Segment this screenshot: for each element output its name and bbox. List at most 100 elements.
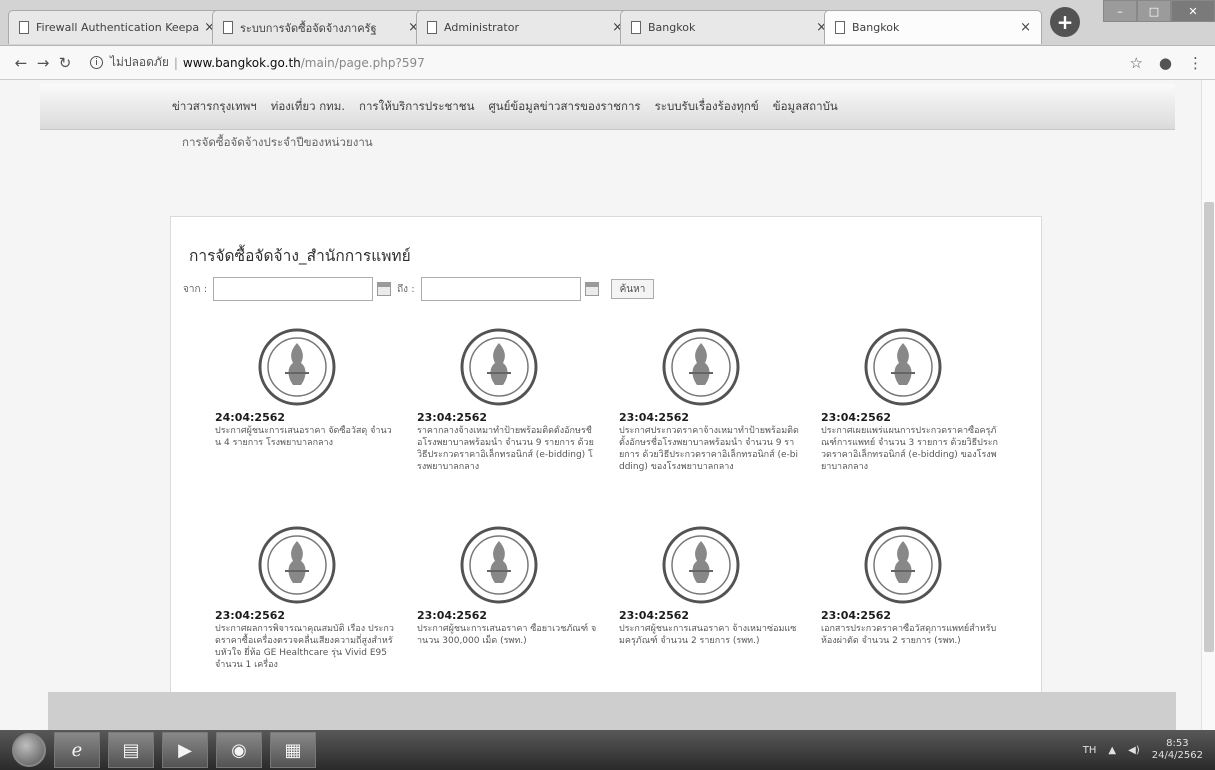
url-domain: www.bangkok.go.th	[182, 55, 301, 70]
window-controls: – □ ✕	[1103, 0, 1215, 26]
document-icon	[631, 21, 641, 34]
document-icon	[835, 21, 845, 34]
from-label: จาก :	[183, 283, 208, 295]
language-indicator[interactable]: TH	[1083, 745, 1097, 756]
tab-title: Firewall Authentication Keepali	[36, 21, 201, 34]
page-breadcrumb[interactable]: การจัดซื้อจัดจ้างประจำปีของหน่วยงาน	[182, 134, 373, 152]
page-viewport: ข่าวสารกรุงเทพฯ ท่องเที่ยว กทม. การให้บร…	[0, 80, 1215, 730]
bangkok-seal-icon	[864, 328, 942, 406]
browser-tab[interactable]: ระบบการจัดซื้อจัดจ้างภาครัฐ ×	[212, 10, 430, 44]
item-title-link[interactable]: ประกาศเผยแพร่แผนการประกวดราคาซื้อครุภัณฑ…	[821, 425, 1001, 473]
new-tab-button[interactable]: +	[1050, 7, 1080, 37]
to-date-input[interactable]	[420, 277, 581, 301]
browser-tab[interactable]: Firewall Authentication Keepali ×	[8, 10, 226, 44]
taskbar-app-explorer[interactable]: ▤	[108, 732, 154, 768]
nav-item-news[interactable]: ข่าวสารกรุงเทพฯ	[172, 98, 257, 116]
star-icon[interactable]: ☆	[1129, 54, 1142, 72]
profile-icon[interactable]: ●	[1159, 54, 1172, 72]
nav-item-info-center[interactable]: ศูนย์ข้อมูลข่าวสารของราชการ	[488, 98, 640, 116]
taskbar-app-ie[interactable]: ℯ	[54, 732, 100, 768]
info-icon[interactable]: i	[90, 56, 103, 69]
browser-tab[interactable]: Administrator ×	[416, 10, 634, 44]
bangkok-seal-icon	[460, 328, 538, 406]
taskbar-app-document[interactable]: ▦	[270, 732, 316, 768]
clock-time: 8:53	[1166, 738, 1189, 749]
security-label: ไม่ปลอดภัย	[110, 55, 169, 69]
document-icon	[223, 21, 233, 34]
date-search-form: จาก : ถึง : ค้นหา	[183, 277, 655, 301]
item-date: 23:04:2562	[619, 609, 690, 622]
volume-icon[interactable]: ◀)	[1128, 745, 1140, 756]
item-title-link[interactable]: ราคากลางจ้างเหมาทำป้ายพร้อมติดตั้งอักษรช…	[417, 425, 597, 473]
page-scrollbar[interactable]	[1201, 80, 1215, 730]
browser-tab[interactable]: Bangkok ×	[620, 10, 838, 44]
url-field[interactable]: i ไม่ปลอดภัย | www.bangkok.go.th /main/p…	[90, 53, 425, 72]
procurement-item[interactable]: 23:04:2562 เอกสารประกวดราคาซื้อวัสดุการแ…	[807, 525, 1007, 709]
tab-title: Bangkok	[648, 21, 696, 34]
nav-item-tourism[interactable]: ท่องเที่ยว กทม.	[271, 98, 345, 116]
browser-tab-active[interactable]: Bangkok ×	[824, 10, 1042, 44]
url-path: /main/page.php?597	[300, 55, 425, 70]
item-date: 23:04:2562	[619, 411, 690, 424]
start-button[interactable]	[12, 733, 46, 767]
item-title-link[interactable]: ประกาศผลการพิจารณาคุณสมบัติ เรื่อง ประกว…	[215, 623, 395, 671]
nav-item-services[interactable]: การให้บริการประชาชน	[359, 98, 474, 116]
address-bar: ← → ↻ i ไม่ปลอดภัย | www.bangkok.go.th /…	[0, 46, 1215, 80]
nav-item-about[interactable]: ข้อมูลสถาบัน	[773, 98, 838, 116]
document-icon	[427, 21, 437, 34]
reload-icon[interactable]: ↻	[54, 54, 76, 72]
scrollbar-thumb[interactable]	[1204, 202, 1214, 652]
procurement-panel: การจัดซื้อจัดจ้าง_สำนักการแพทย์ จาก : ถึ…	[170, 216, 1042, 730]
calendar-icon[interactable]	[584, 282, 599, 296]
taskbar-app-chrome[interactable]: ◉	[216, 732, 262, 768]
item-date: 24:04:2562	[215, 411, 286, 424]
item-title-link[interactable]: ประกาศประกวดราคาจ้างเหมาทำป้ายพร้อมติดตั…	[619, 425, 799, 473]
procurement-list: 24:04:2562 ประกาศผู้ชนะการเสนอราคา จัดซื…	[201, 327, 1021, 709]
procurement-item[interactable]: 23:04:2562 ราคากลางจ้างเหมาทำป้ายพร้อมติ…	[403, 327, 603, 511]
taskbar-app-media[interactable]: ▶	[162, 732, 208, 768]
bangkok-seal-icon	[662, 526, 740, 604]
procurement-item[interactable]: 23:04:2562 ประกาศผู้ชนะการเสนอราคา ซื้อย…	[403, 525, 603, 709]
calendar-icon[interactable]	[377, 282, 392, 296]
maximize-button[interactable]: □	[1137, 0, 1171, 22]
item-title-link[interactable]: เอกสารประกวดราคาซื้อวัสดุการแพทย์สำหรับห…	[821, 623, 1001, 647]
document-icon	[19, 21, 29, 34]
procurement-item[interactable]: 23:04:2562 ประกาศเผยแพร่แผนการประกวดราคา…	[807, 327, 1007, 511]
bangkok-seal-icon	[258, 526, 336, 604]
network-icon[interactable]: ▲	[1108, 745, 1116, 756]
close-window-button[interactable]: ✕	[1171, 0, 1215, 22]
menu-icon[interactable]: ⋮	[1188, 54, 1203, 72]
item-date: 23:04:2562	[417, 411, 488, 424]
nav-item-complaints[interactable]: ระบบรับเรื่องร้องทุกข์	[655, 98, 759, 116]
to-label: ถึง :	[397, 283, 415, 295]
system-tray: TH ▲ ◀) 8:53 24/4/2562	[1083, 730, 1203, 770]
from-date-input[interactable]	[213, 277, 374, 301]
item-date: 23:04:2562	[215, 609, 286, 622]
item-title-link[interactable]: ประกาศผู้ชนะการเสนอราคา จ้างเหมาซ่อมแซมค…	[619, 623, 799, 647]
panel-title: การจัดซื้อจัดจ้าง_สำนักการแพทย์	[189, 247, 411, 265]
page-footer	[48, 692, 1176, 730]
procurement-item[interactable]: 23:04:2562 ประกาศผู้ชนะการเสนอราคา จ้างเ…	[605, 525, 805, 709]
tab-title: ระบบการจัดซื้อจัดจ้างภาครัฐ	[240, 21, 377, 35]
item-date: 23:04:2562	[821, 411, 892, 424]
back-icon[interactable]: ←	[10, 54, 32, 72]
tab-title: Bangkok	[852, 21, 900, 34]
item-date: 23:04:2562	[821, 609, 892, 622]
clock-date: 24/4/2562	[1151, 750, 1203, 761]
item-title-link[interactable]: ประกาศผู้ชนะการเสนอราคา ซื้อยาเวชภัณฑ์ จ…	[417, 623, 597, 647]
bangkok-seal-icon	[662, 328, 740, 406]
taskbar: ℯ ▤ ▶ ◉ ▦ TH ▲ ◀) 8:53 24/4/2562	[0, 730, 1215, 770]
item-title-link[interactable]: ประกาศผู้ชนะการเสนอราคา จัดซื้อวัสดุ จำน…	[215, 425, 395, 449]
forward-icon[interactable]: →	[32, 54, 54, 72]
close-icon[interactable]: ×	[1020, 20, 1031, 35]
minimize-button[interactable]: –	[1103, 0, 1137, 22]
url-separator: |	[173, 55, 178, 70]
bangkok-seal-icon	[864, 526, 942, 604]
system-clock[interactable]: 8:53 24/4/2562	[1152, 738, 1203, 762]
search-button[interactable]: ค้นหา	[610, 279, 655, 299]
procurement-item[interactable]: 24:04:2562 ประกาศผู้ชนะการเสนอราคา จัดซื…	[201, 327, 401, 511]
procurement-item[interactable]: 23:04:2562 ประกาศผลการพิจารณาคุณสมบัติ เ…	[201, 525, 401, 709]
procurement-item[interactable]: 23:04:2562 ประกาศประกวดราคาจ้างเหมาทำป้า…	[605, 327, 805, 511]
bangkok-seal-icon	[460, 526, 538, 604]
browser-tab-strip: Firewall Authentication Keepali × ระบบกา…	[0, 0, 1215, 46]
